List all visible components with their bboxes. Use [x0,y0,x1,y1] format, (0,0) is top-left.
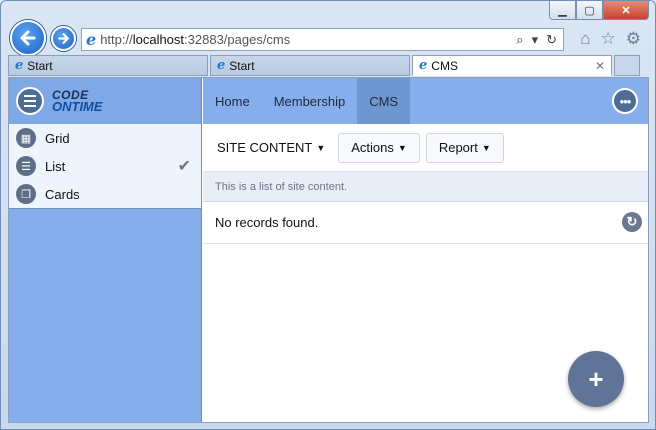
sidebar-item-grid[interactable]: ▦ Grid [9,124,201,152]
actions-label: Actions [351,140,394,155]
actions-button[interactable]: Actions ▼ [338,132,420,163]
search-icon[interactable]: ⌕ [516,32,523,48]
new-tab-button[interactable] [614,55,640,76]
refresh-button[interactable]: ↻ [622,212,642,232]
view-selector[interactable]: SITE CONTENT ▼ [210,133,332,163]
tab-start-2[interactable]: e Start [210,55,410,76]
tab-strip: e Start e Start e CMS ✕ [8,55,640,76]
hamburger-icon-bar [24,105,36,107]
dropdown-icon[interactable]: ▾ [532,32,539,48]
caption-buttons: ▁ ▢ ✕ [549,1,649,20]
main-area: Home Membership CMS ••• SITE CONTENT ▼ A… [203,78,648,422]
logo-line-2: ONTIME [52,98,103,114]
ellipsis-icon: ••• [619,93,632,109]
sidebar-item-label: Grid [45,130,70,146]
settings-gear-icon[interactable]: ⚙ [626,29,641,49]
maximize-button[interactable]: ▢ [576,1,603,20]
forward-button[interactable] [51,26,76,51]
view-list: ▦ Grid ☰ List ✔ ❐ Cards [9,124,201,208]
cards-icon: ❐ [16,184,36,204]
list-description: This is a list of site content. [203,172,648,202]
sidebar-item-list[interactable]: ☰ List ✔ [9,152,201,180]
url-scheme: http:// [100,32,133,47]
sidebar-item-label: List [45,158,66,174]
browser-window: ▁ ▢ ✕ e http://localhost:32883/pages/cms… [0,0,656,430]
refresh-page-icon[interactable]: ↻ [546,32,557,48]
logo[interactable]: CODE ONTIME [52,89,103,114]
page-content: CODE ONTIME ▦ Grid ☰ List ✔ ❐ Cards Home… [8,77,649,423]
nav-home[interactable]: Home [203,78,262,124]
divider [9,208,201,209]
url-path: :32883/pages/cms [184,32,291,47]
close-window-button[interactable]: ✕ [603,1,649,20]
report-label: Report [438,140,478,155]
sidebar-header: CODE ONTIME [9,78,201,124]
tab-label: Start [229,58,255,73]
grid-icon: ▦ [16,128,36,148]
close-tab-icon[interactable]: ✕ [595,59,605,73]
refresh-icon: ↻ [626,214,638,229]
nav-cms[interactable]: CMS [357,78,411,124]
caret-down-icon: ▼ [397,142,407,153]
view-selector-label: SITE CONTENT [217,140,313,155]
tab-label: Start [27,58,53,73]
hamburger-icon-bar [24,100,36,102]
empty-state: No records found. ↻ [203,202,648,244]
arrow-left-icon [20,30,36,46]
sidebar: CODE ONTIME ▦ Grid ☰ List ✔ ❐ Cards [9,78,202,422]
ie-page-icon: e [86,30,97,49]
tab-cms[interactable]: e CMS ✕ [412,55,612,76]
arrow-right-icon [58,33,69,44]
plus-icon: + [588,363,604,394]
list-icon: ☰ [16,156,36,176]
caret-down-icon: ▼ [481,142,491,153]
add-record-button[interactable]: + [568,351,624,407]
nav-membership[interactable]: Membership [262,78,358,124]
url-host: localhost [132,32,185,47]
report-button[interactable]: Report ▼ [425,132,504,163]
address-bar[interactable]: e http://localhost:32883/pages/cms ⌕ ▾ ↻ [81,28,564,51]
tab-start-1[interactable]: e Start [8,55,208,76]
ie-tab-icon: e [419,58,428,73]
minimize-button[interactable]: ▁ [549,1,576,20]
hamburger-icon [24,95,36,97]
caret-down-icon: ▼ [316,142,326,153]
sidebar-item-cards[interactable]: ❐ Cards [9,180,201,208]
checkmark-icon: ✔ [177,158,191,175]
home-icon[interactable]: ⌂ [580,29,590,49]
ie-tab-icon: e [217,58,226,73]
top-nav: Home Membership CMS ••• [203,78,648,124]
sidebar-item-label: Cards [45,186,80,202]
action-bar: SITE CONTENT ▼ Actions ▼ Report ▼ [203,124,648,172]
menu-button[interactable] [16,87,44,115]
ie-tab-icon: e [15,58,24,73]
empty-message: No records found. [215,215,319,230]
back-button[interactable] [10,20,46,56]
tab-label: CMS [431,58,458,73]
more-options-button[interactable]: ••• [612,88,638,114]
favorites-star-icon[interactable]: ☆ [601,29,616,49]
